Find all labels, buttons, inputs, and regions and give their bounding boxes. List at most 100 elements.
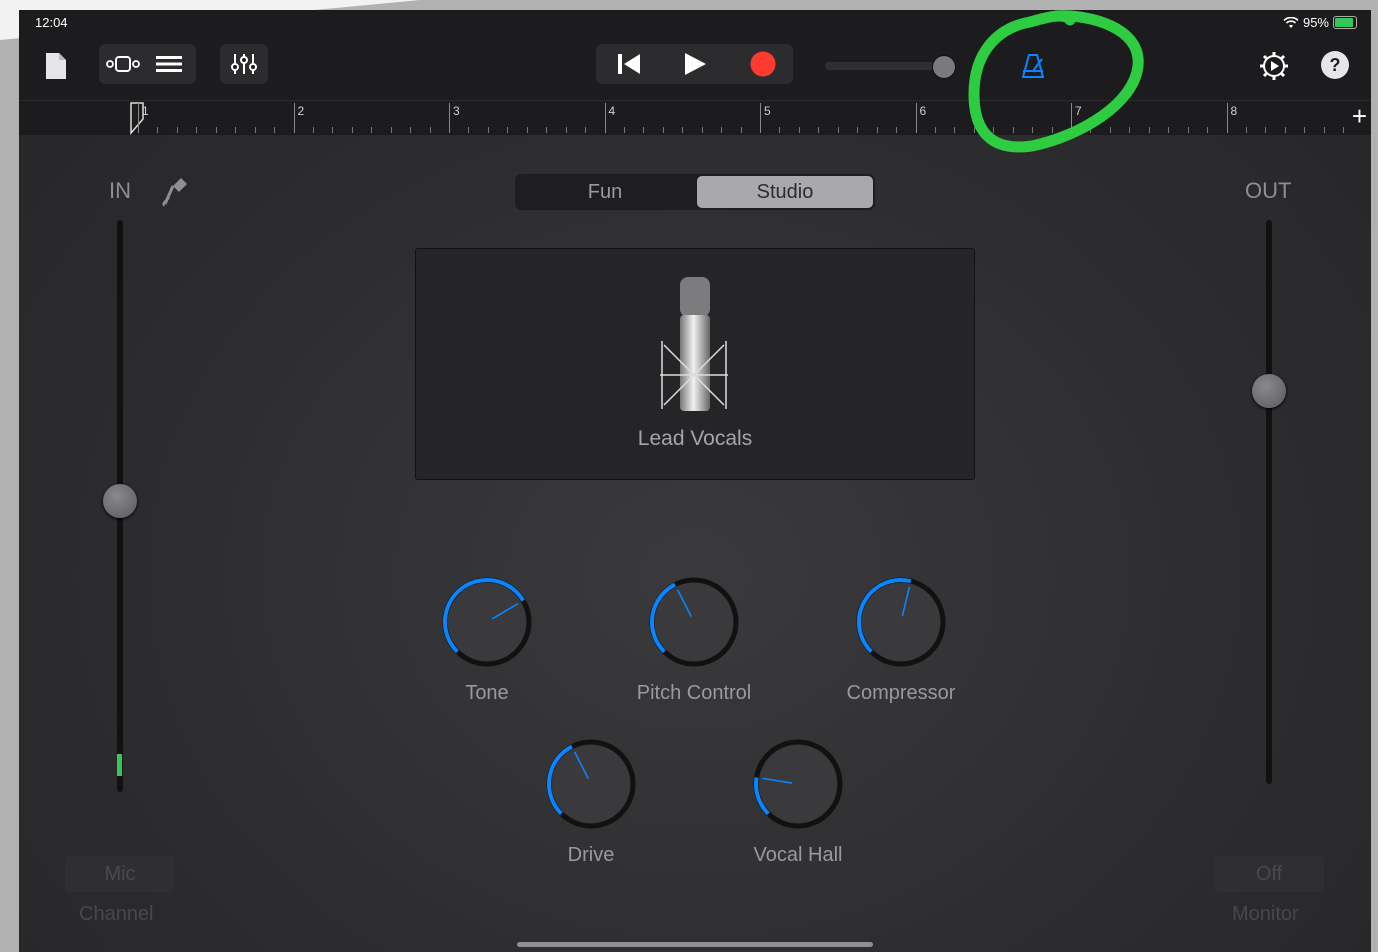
list-view-icon[interactable] xyxy=(149,48,189,80)
vocal-hall-label: Vocal Hall xyxy=(753,844,843,866)
ruler-bar-line xyxy=(449,103,450,133)
ruler-tick xyxy=(254,127,256,133)
ruler-bar-line xyxy=(293,103,295,133)
ruler-bar-line xyxy=(604,103,606,133)
volume-slider[interactable] xyxy=(825,55,957,79)
ruler-tick xyxy=(332,127,334,133)
ruler-tick xyxy=(1284,127,1286,133)
volume-thumb[interactable] xyxy=(932,55,956,79)
ruler-tick xyxy=(837,127,839,133)
ruler-tick xyxy=(934,127,936,133)
ruler-tick xyxy=(798,127,800,133)
input-label: IN xyxy=(109,178,131,203)
battery-percent: 95% xyxy=(1302,15,1329,30)
ruler-tick xyxy=(157,127,159,133)
ruler-tick xyxy=(215,127,217,133)
ruler-tick xyxy=(565,127,567,133)
preset-name: Lead Vocals xyxy=(637,427,753,450)
compressor-label: Compressor xyxy=(846,682,956,704)
ruler-tick xyxy=(585,127,587,133)
ruler-tick xyxy=(1323,127,1325,133)
output-label: OUT xyxy=(1245,178,1292,203)
ruler-tick xyxy=(468,127,470,133)
ruler-tick xyxy=(740,127,742,133)
ruler-tick xyxy=(507,127,509,133)
ruler-tick xyxy=(546,127,548,133)
ruler-tick xyxy=(371,127,373,133)
ruler-tick xyxy=(818,127,820,133)
ruler-tick xyxy=(643,127,645,133)
ruler-tick xyxy=(390,127,392,133)
channel-mic-button[interactable]: Mic xyxy=(65,856,175,892)
output-level-thumb[interactable] xyxy=(1252,374,1286,408)
mode-switch: Fun Studio xyxy=(515,174,875,210)
transport-group xyxy=(596,44,793,84)
microphone-icon xyxy=(660,277,728,411)
ruler-bar-line xyxy=(1226,103,1228,133)
home-indicator xyxy=(517,942,873,947)
ruler-tick xyxy=(701,127,703,133)
ruler-tick xyxy=(896,127,898,133)
tracks-view-icon[interactable] xyxy=(103,48,143,80)
play-icon[interactable] xyxy=(668,48,722,80)
ruler-tick xyxy=(662,127,664,133)
monitor-off-button[interactable]: Off xyxy=(1214,856,1324,892)
wifi-icon xyxy=(1283,16,1299,28)
ruler-tick xyxy=(487,127,489,133)
annotation-highlight xyxy=(968,10,1144,153)
input-level-slider[interactable] xyxy=(103,220,137,800)
preset-panel[interactable]: Lead Vocals xyxy=(415,248,975,480)
input-meter xyxy=(117,754,122,776)
ruler-tick xyxy=(235,127,237,133)
ruler-tick xyxy=(857,127,859,133)
ruler-tick xyxy=(1265,127,1267,133)
ruler-tick xyxy=(312,127,314,133)
pitch-control-knob[interactable] xyxy=(644,572,744,672)
document-icon[interactable] xyxy=(39,48,73,84)
input-jack-icon[interactable] xyxy=(161,176,189,208)
ruler-tick xyxy=(1304,127,1306,133)
output-level-slider[interactable] xyxy=(1252,220,1286,800)
ruler-tick xyxy=(410,127,412,133)
skip-back-icon[interactable] xyxy=(602,48,656,80)
drive-knob[interactable] xyxy=(541,734,641,834)
status-time: 12:04 xyxy=(35,15,68,30)
monitor-label: Monitor xyxy=(1232,903,1299,925)
ruler-tick xyxy=(274,127,276,133)
ruler-tick xyxy=(351,127,353,133)
pitch-control-label: Pitch Control xyxy=(636,682,752,704)
ruler-bar-line xyxy=(138,103,139,133)
ruler-tick xyxy=(429,127,431,133)
help-icon[interactable]: ? xyxy=(1321,51,1349,79)
ruler-tick xyxy=(779,127,781,133)
settings-icon[interactable] xyxy=(1257,49,1291,83)
compressor-knob[interactable] xyxy=(851,572,951,672)
toolbar: ? xyxy=(19,34,1371,100)
channel-label: Channel xyxy=(79,903,154,925)
tone-label: Tone xyxy=(465,682,509,704)
view-switch-group xyxy=(99,44,196,84)
ruler-tick xyxy=(876,127,878,133)
mixer-group xyxy=(220,44,268,84)
status-right: 95% xyxy=(1283,15,1357,30)
ruler-bar-number: 2 xyxy=(297,104,305,118)
ruler-tick xyxy=(1245,127,1247,133)
ruler-tick xyxy=(721,127,723,133)
ruler-tick xyxy=(623,127,625,133)
mode-studio-tab[interactable]: Studio xyxy=(697,176,873,208)
add-section-button[interactable]: + xyxy=(1352,101,1367,132)
record-icon[interactable] xyxy=(736,48,790,80)
status-bar: 12:04 95% xyxy=(19,10,1371,34)
ruler-bar-number: 3 xyxy=(453,104,460,118)
tone-knob[interactable] xyxy=(437,572,537,672)
ruler-bar-line xyxy=(760,103,761,133)
timeline-ruler[interactable]: + 12345678 xyxy=(19,100,1371,135)
mixer-controls-icon[interactable] xyxy=(224,48,264,80)
mode-fun-tab[interactable]: Fun xyxy=(515,174,695,210)
ruler-tick xyxy=(682,127,684,133)
ruler-bar-number: 1 xyxy=(142,104,149,118)
ruler-tick xyxy=(526,127,528,133)
vocal-hall-knob[interactable] xyxy=(748,734,848,834)
ruler-bar-number: 4 xyxy=(608,104,616,118)
input-level-thumb[interactable] xyxy=(103,484,137,518)
